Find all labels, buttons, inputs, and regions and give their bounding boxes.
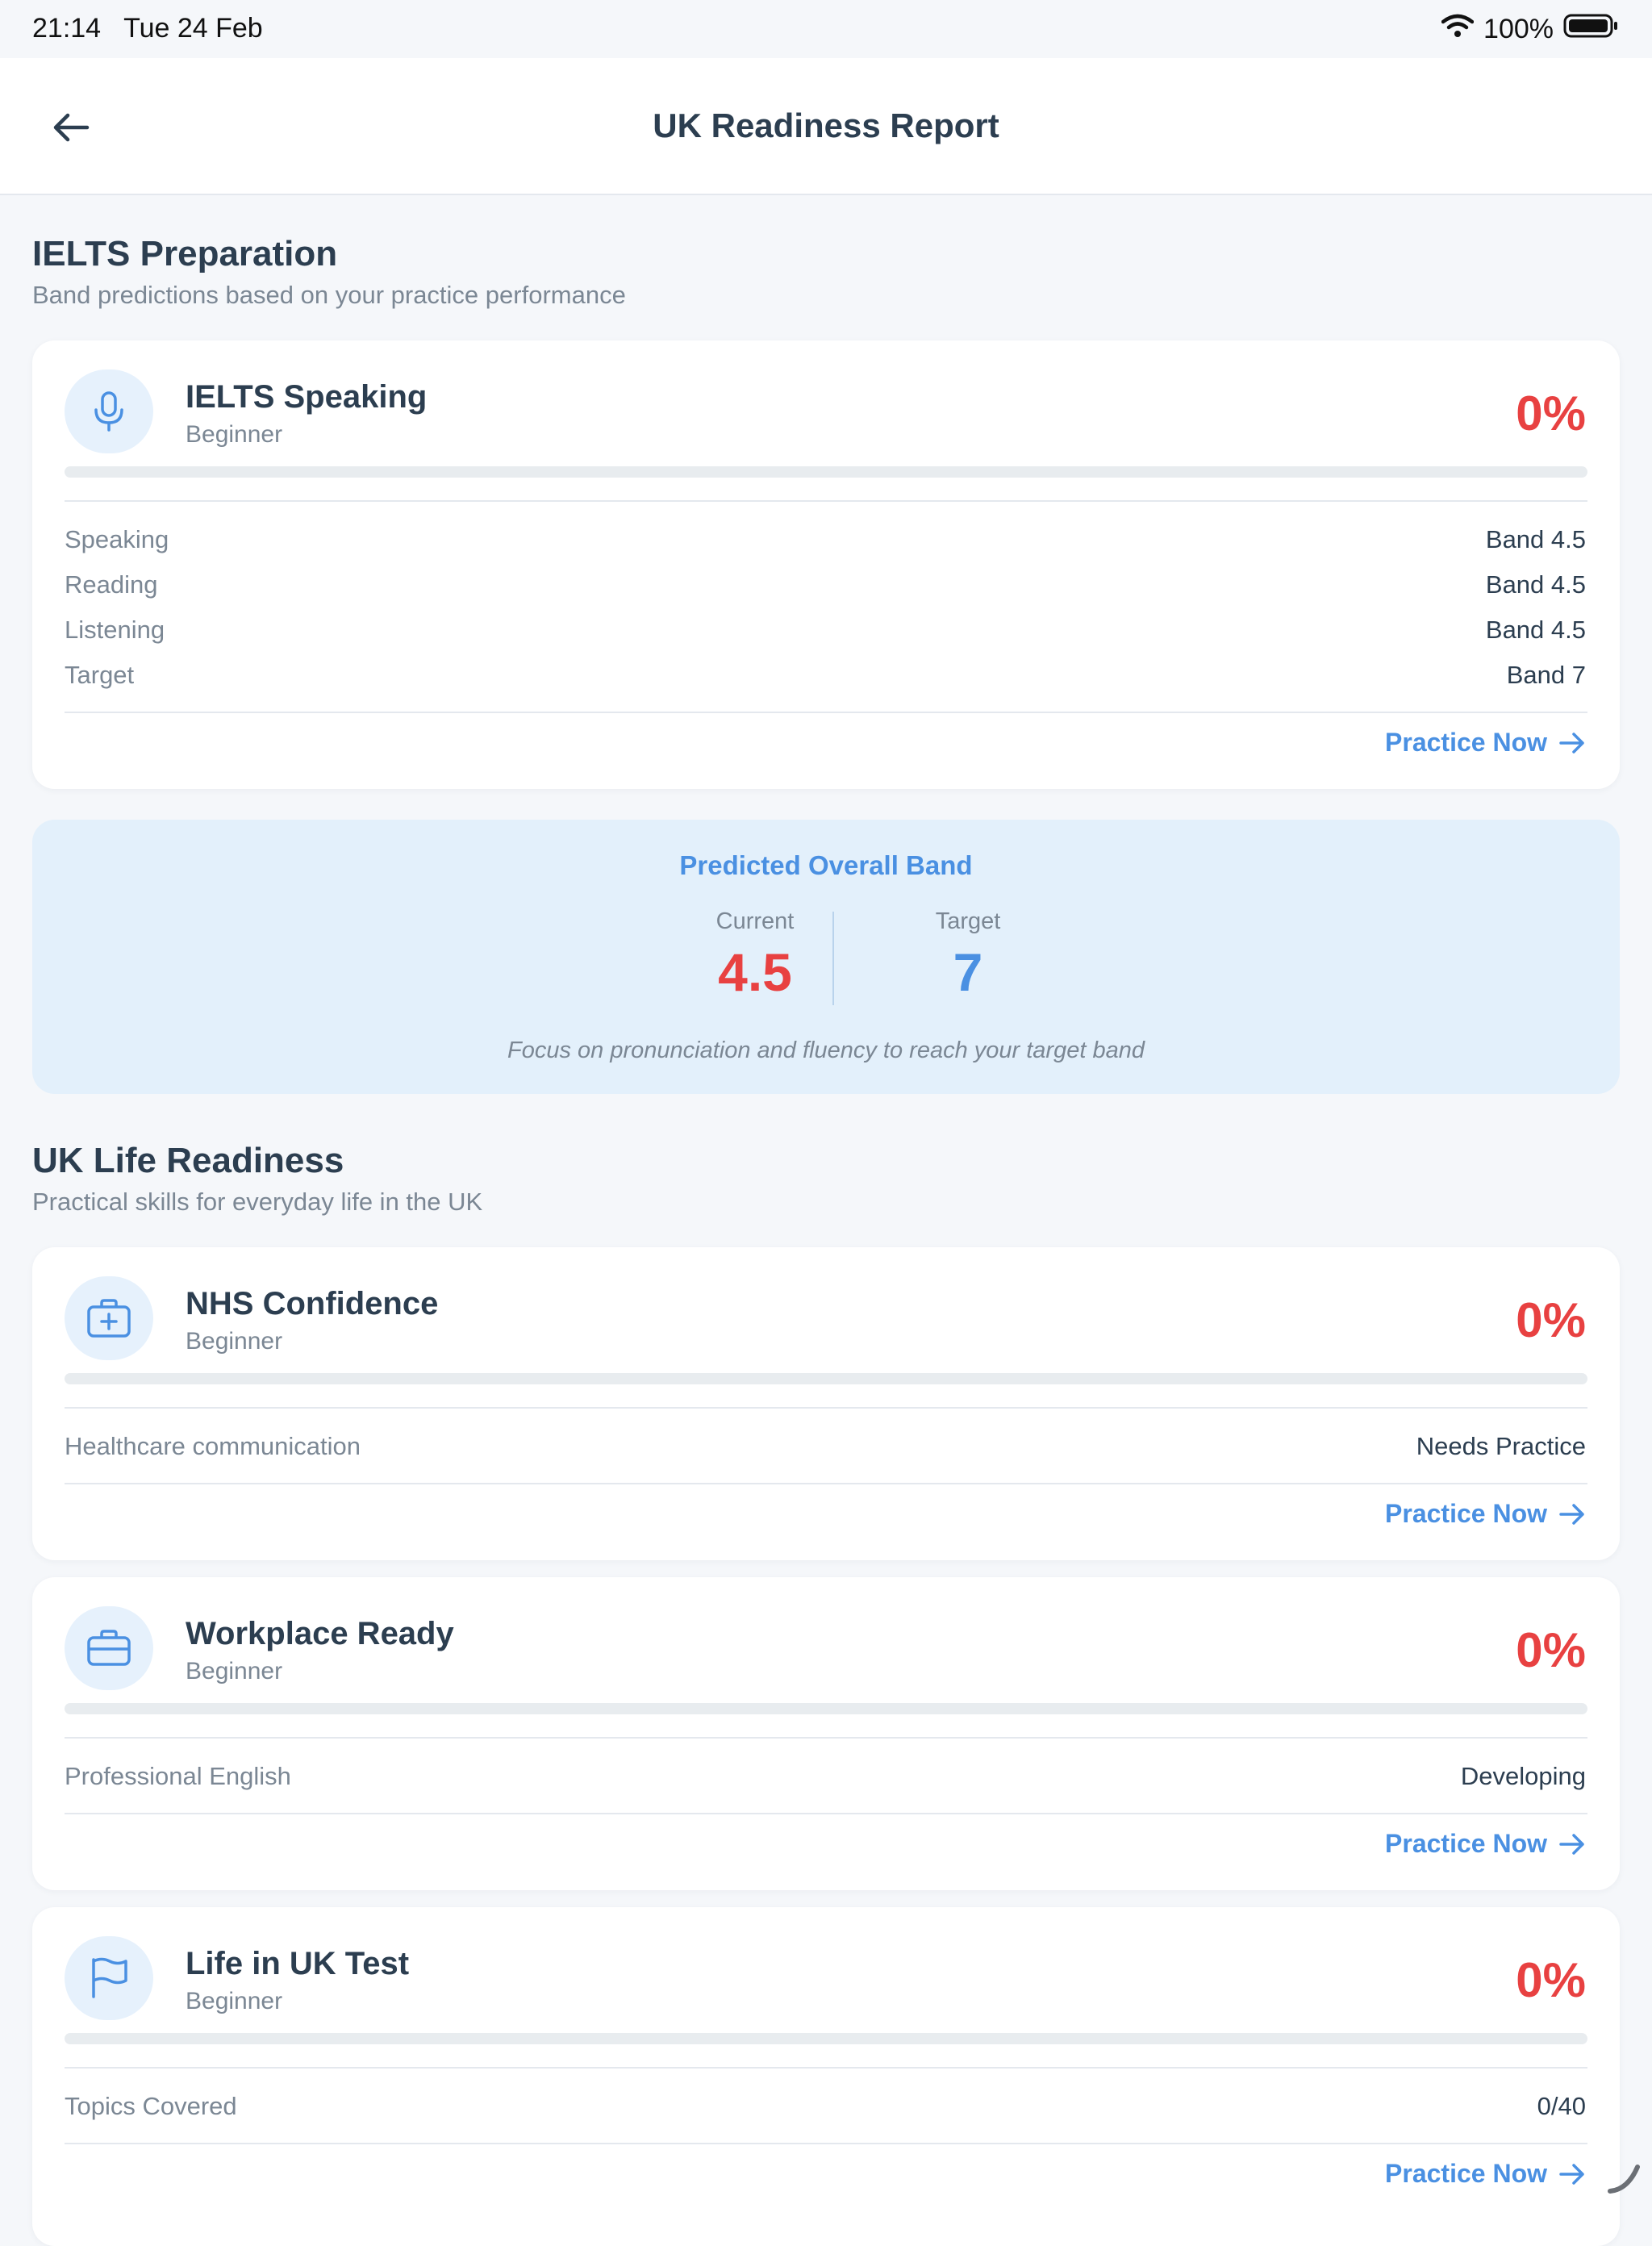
progress-bar [65, 1703, 1587, 1714]
card-workplace-ready: Workplace Ready Beginner 0% Professional… [32, 1577, 1620, 1890]
arrow-right-icon [1559, 2163, 1584, 2185]
ielts-icon-badge [65, 369, 153, 453]
target-band-label: Target [935, 908, 1001, 934]
current-band-label: Current [715, 908, 795, 934]
status-bar: 21:14 Tue 24 Feb 100% [0, 0, 1652, 58]
progress-bar [65, 1373, 1587, 1384]
divider [65, 1737, 1587, 1739]
divider [65, 500, 1587, 502]
row-label: Speaking [65, 525, 169, 553]
band-divider [832, 912, 834, 1005]
briefcase-icon [87, 1630, 131, 1666]
microphone-icon [94, 391, 123, 432]
scroll-indicator-icon [1608, 2165, 1640, 2194]
band-row-speaking: Speaking Band 4.5 [65, 520, 1586, 560]
flag-icon [92, 1957, 127, 1998]
row-value: Band 7 [1506, 661, 1586, 689]
row-value: Band 4.5 [1485, 616, 1586, 644]
card-level: Beginner [186, 1328, 283, 1355]
current-band-value: 4.5 [718, 942, 792, 1002]
band-row-target: Target Band 7 [65, 655, 1586, 695]
row-value: Developing [1460, 1762, 1586, 1790]
divider [65, 2067, 1587, 2069]
card-life-in-uk-test: Life in UK Test Beginner 0% Topics Cover… [32, 1907, 1620, 2246]
predicted-band-panel: Predicted Overall Band Current 4.5 Targe… [32, 820, 1620, 1094]
card-title: Workplace Ready [186, 1616, 454, 1651]
card-percent: 0% [1516, 1953, 1586, 2007]
section-subtitle-ielts: Band predictions based on your practice … [32, 281, 626, 309]
battery-percent: 100% [1483, 13, 1554, 44]
row-label: Target [65, 661, 135, 689]
divider [65, 1407, 1587, 1409]
status-indicators: 100% [1441, 11, 1620, 47]
card-percent: 0% [1516, 1623, 1586, 1677]
status-time: 21:14 [32, 13, 102, 44]
practice-now-label: Practice Now [1385, 1499, 1547, 1528]
band-row-reading: Reading Band 4.5 [65, 565, 1586, 605]
row-value: Band 4.5 [1485, 570, 1586, 599]
page-title: UK Readiness Report [653, 106, 999, 144]
predicted-band-title: Predicted Overall Band [679, 850, 973, 880]
status-date: Tue 24 Feb [123, 13, 263, 44]
section-title-life: UK Life Readiness [32, 1141, 344, 1180]
uk-icon-badge [65, 1936, 153, 2020]
practice-now-label: Practice Now [1385, 1829, 1547, 1858]
row-label: Reading [65, 570, 158, 599]
row-value: Band 4.5 [1485, 525, 1586, 553]
skill-row: Topics Covered 0/40 [65, 2086, 1586, 2127]
card-percent: 0% [1516, 1293, 1586, 1347]
practice-now-label: Practice Now [1385, 728, 1547, 757]
row-value: 0/40 [1537, 2092, 1586, 2120]
card-title: NHS Confidence [186, 1286, 439, 1321]
progress-bar [65, 2033, 1587, 2044]
practice-now-button[interactable]: Practice Now [1385, 1499, 1586, 1529]
wifi-icon [1441, 14, 1475, 45]
skill-row: Healthcare communication Needs Practice [65, 1426, 1586, 1467]
card-level: Beginner [186, 1988, 283, 2014]
status-time-date: 21:14 Tue 24 Feb [32, 13, 263, 44]
practice-now-button[interactable]: Practice Now [1385, 2159, 1586, 2189]
practice-now-label: Practice Now [1385, 2159, 1547, 2188]
row-label: Listening [65, 616, 165, 644]
row-label: Healthcare communication [65, 1432, 361, 1460]
card-ielts-speaking: IELTS Speaking Beginner 0% Speaking Band… [32, 340, 1620, 789]
arrow-right-icon [1559, 732, 1584, 754]
battery-icon [1563, 13, 1620, 46]
nhs-icon-badge [65, 1276, 153, 1360]
card-percent: 0% [1516, 386, 1586, 440]
row-label: Professional English [65, 1762, 291, 1790]
divider [65, 712, 1587, 713]
row-value: Needs Practice [1416, 1432, 1586, 1460]
card-title: IELTS Speaking [186, 379, 428, 415]
band-row-listening: Listening Band 4.5 [65, 610, 1586, 650]
practice-now-button[interactable]: Practice Now [1385, 728, 1586, 758]
card-level: Beginner [186, 1658, 283, 1684]
arrow-right-icon [1559, 1833, 1584, 1855]
arrow-right-icon [1559, 1503, 1584, 1525]
section-subtitle-life: Practical skills for everyday life in th… [32, 1188, 483, 1216]
target-band-value: 7 [953, 942, 983, 1002]
divider [65, 1483, 1587, 1484]
card-nhs-confidence: NHS Confidence Beginner 0% Healthcare co… [32, 1247, 1620, 1560]
section-title-ielts: IELTS Preparation [32, 234, 338, 273]
divider [65, 1813, 1587, 1814]
band-tip: Focus on pronunciation and fluency to re… [507, 1037, 1145, 1063]
current-band: Current 4.5 [650, 908, 860, 1003]
skill-row: Professional English Developing [65, 1756, 1586, 1797]
card-level: Beginner [186, 421, 283, 448]
row-label: Topics Covered [65, 2092, 237, 2120]
card-title: Life in UK Test [186, 1946, 410, 1981]
practice-now-button[interactable]: Practice Now [1385, 1829, 1586, 1859]
medical-kit-icon [87, 1299, 131, 1338]
target-band: Target 7 [863, 908, 1073, 1003]
progress-bar [65, 466, 1587, 478]
nav-bar: UK Readiness Report [0, 58, 1652, 195]
divider [65, 2143, 1587, 2144]
work-icon-badge [65, 1606, 153, 1690]
